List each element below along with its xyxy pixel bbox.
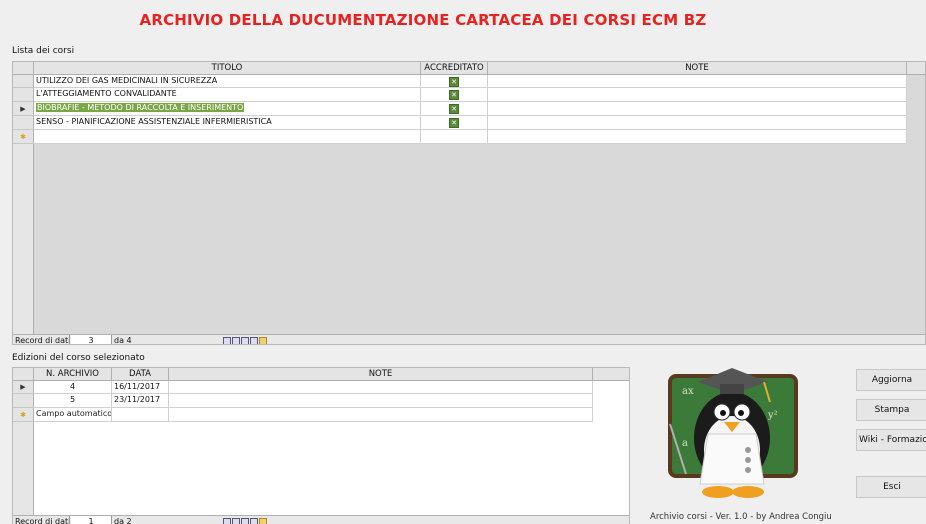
new-course-title-cell[interactable] bbox=[34, 130, 421, 144]
edition-date-cell[interactable]: 16/11/2017 bbox=[112, 381, 169, 394]
course-note-cell[interactable] bbox=[488, 116, 907, 130]
course-title-cell[interactable]: L'ATTEGGIAMENTO CONVALIDANTE bbox=[34, 88, 421, 102]
next-record-icon[interactable] bbox=[241, 518, 249, 524]
editions-record-navigation: Record di dati 1 da 2 bbox=[13, 515, 629, 524]
courses-header-titolo[interactable]: TITOLO bbox=[34, 62, 421, 75]
course-accredited-cell[interactable]: ✕ bbox=[421, 116, 488, 130]
previous-record-icon[interactable] bbox=[232, 337, 240, 344]
course-accredited-cell[interactable]: ✕ bbox=[421, 102, 488, 116]
editions-header-note[interactable]: NOTE bbox=[169, 368, 593, 381]
editions-record-label: Record di dati bbox=[15, 517, 71, 524]
edition-date-cell[interactable]: 23/11/2017 bbox=[112, 394, 169, 408]
version-credit: Archivio corsi - Ver. 1.0 - by Andrea Co… bbox=[650, 512, 832, 522]
courses-record-label: Record di dati bbox=[15, 336, 71, 345]
last-record-icon[interactable] bbox=[250, 518, 258, 524]
courses-header-note[interactable]: NOTE bbox=[488, 62, 907, 75]
new-record-icon[interactable] bbox=[259, 337, 267, 344]
checkbox-checked-icon[interactable]: ✕ bbox=[449, 90, 459, 100]
editions-record-current[interactable]: 1 bbox=[71, 516, 111, 524]
courses-section-label: Lista dei corsi bbox=[12, 46, 75, 56]
row-selector[interactable] bbox=[13, 394, 34, 408]
row-selector-column bbox=[13, 422, 34, 517]
edition-archive-number-cell[interactable]: 4 bbox=[34, 381, 112, 394]
row-selector[interactable] bbox=[13, 75, 34, 88]
new-record-icon[interactable] bbox=[259, 518, 267, 524]
row-selector-column bbox=[13, 144, 34, 334]
previous-record-icon[interactable] bbox=[232, 518, 240, 524]
svg-text:a: a bbox=[682, 438, 688, 449]
course-title-cell-selected[interactable]: BIOBRAFIE - METODO DI RACCOLTA E INSERIM… bbox=[34, 102, 421, 116]
selected-title-text: BIOBRAFIE - METODO DI RACCOLTA E INSERIM… bbox=[36, 103, 245, 112]
wiki-formazione-button[interactable]: Wiki - Formazione bbox=[856, 429, 926, 451]
edition-note-cell[interactable] bbox=[169, 394, 593, 408]
next-record-icon[interactable] bbox=[241, 337, 249, 344]
course-title-cell[interactable]: UTILIZZO DEI GAS MEDICINALI IN SICUREZZA bbox=[34, 75, 421, 88]
new-course-accredited-cell[interactable] bbox=[421, 130, 488, 144]
editions-grid[interactable]: N. ARCHIVIO DATA NOTE ▶ 4 16/11/2017 5 2… bbox=[12, 367, 630, 524]
course-accredited-cell[interactable]: ✕ bbox=[421, 75, 488, 88]
editions-header-corner bbox=[13, 368, 34, 381]
aggiorna-button[interactable]: Aggiorna bbox=[856, 369, 926, 391]
row-pointer-icon[interactable]: ▶ bbox=[13, 102, 34, 116]
edition-archive-number-cell[interactable]: 5 bbox=[34, 394, 112, 408]
esci-button[interactable]: Esci bbox=[856, 476, 926, 498]
editions-section-label: Edizioni del corso selezionato bbox=[12, 353, 145, 363]
penguin-graduate-logo: ax y² a bbox=[668, 368, 798, 498]
new-row-star-icon[interactable]: ✱ bbox=[13, 130, 34, 144]
svg-text:ax: ax bbox=[682, 386, 694, 397]
svg-text:y²: y² bbox=[767, 410, 778, 421]
course-accredited-cell[interactable]: ✕ bbox=[421, 88, 488, 102]
course-note-cell[interactable] bbox=[488, 88, 907, 102]
new-edition-note-cell[interactable] bbox=[169, 408, 593, 422]
first-record-icon[interactable] bbox=[223, 518, 231, 524]
row-pointer-icon[interactable]: ▶ bbox=[13, 381, 34, 394]
editions-header-data[interactable]: DATA bbox=[112, 368, 169, 381]
page-title: ARCHIVIO DELLA DUCUMENTAZIONE CARTACEA D… bbox=[139, 11, 707, 29]
stampa-button[interactable]: Stampa bbox=[856, 399, 926, 421]
checkbox-checked-icon[interactable]: ✕ bbox=[449, 118, 459, 128]
courses-header-filler bbox=[907, 62, 925, 75]
row-selector[interactable] bbox=[13, 88, 34, 102]
courses-record-current[interactable]: 3 bbox=[71, 335, 111, 344]
first-record-icon[interactable] bbox=[223, 337, 231, 344]
editions-header-archivio[interactable]: N. ARCHIVIO bbox=[34, 368, 112, 381]
last-record-icon[interactable] bbox=[250, 337, 258, 344]
checkbox-checked-icon[interactable]: ✕ bbox=[449, 104, 459, 114]
courses-record-navigation: Record di dati 3 da 4 bbox=[13, 334, 925, 345]
courses-header-corner bbox=[13, 62, 34, 75]
course-note-cell[interactable] bbox=[488, 102, 907, 116]
new-course-note-cell[interactable] bbox=[488, 130, 907, 144]
edition-archive-autofield[interactable]: Campo automatico bbox=[34, 408, 112, 422]
editions-header-filler bbox=[593, 368, 629, 381]
new-edition-date-cell[interactable] bbox=[112, 408, 169, 422]
courses-record-total: da 4 bbox=[114, 336, 132, 345]
course-title-cell[interactable]: SENSO - PIANIFICAZIONE ASSISTENZIALE INF… bbox=[34, 116, 421, 130]
course-note-cell[interactable] bbox=[488, 75, 907, 88]
courses-grid[interactable]: TITOLO ACCREDITATO NOTE UTILIZZO DEI GAS… bbox=[12, 61, 926, 345]
courses-header-accreditato[interactable]: ACCREDITATO bbox=[421, 62, 488, 75]
edition-note-cell[interactable] bbox=[169, 381, 593, 394]
row-selector[interactable] bbox=[13, 116, 34, 130]
new-row-star-icon[interactable]: ✱ bbox=[13, 408, 34, 422]
checkbox-checked-icon[interactable]: ✕ bbox=[449, 77, 459, 87]
editions-record-total: da 2 bbox=[114, 517, 132, 524]
